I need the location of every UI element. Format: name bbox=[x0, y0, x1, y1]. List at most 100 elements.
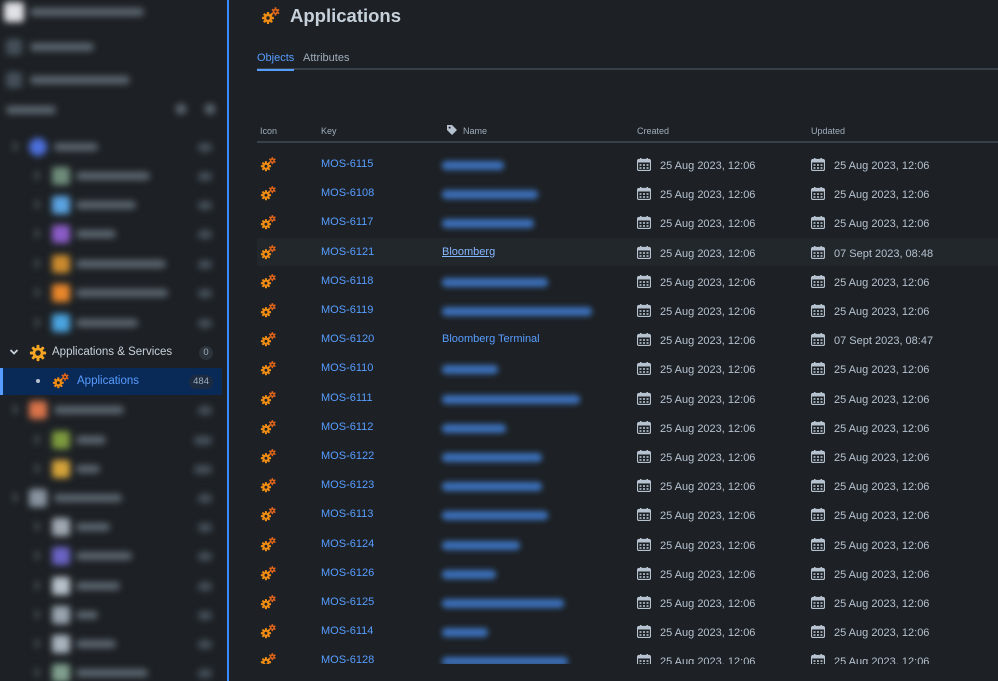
sidebar-item-applications[interactable]: Applications 484 bbox=[0, 368, 222, 395]
link-icon bbox=[6, 72, 22, 88]
table-row[interactable]: MOS-6128 25 Aug 2023, 12:06 25 Aug 2023, 1… bbox=[257, 646, 998, 664]
sidebar-link[interactable] bbox=[0, 68, 222, 92]
column-header-updated[interactable]: Updated bbox=[811, 126, 845, 136]
sidebar-tree-item[interactable] bbox=[0, 428, 222, 452]
object-key-link[interactable]: MOS-6118 bbox=[321, 275, 373, 287]
sidebar-tree-item[interactable] bbox=[0, 486, 222, 510]
object-key-link[interactable]: MOS-6114 bbox=[321, 625, 373, 637]
updated-date: 25 Aug 2023, 12:06 bbox=[834, 306, 930, 318]
column-header-created[interactable]: Created bbox=[637, 126, 669, 136]
tree-label bbox=[76, 669, 148, 677]
object-key-link[interactable]: MOS-6119 bbox=[321, 304, 373, 316]
table-row[interactable]: MOS-6124 25 Aug 2023, 12:06 25 Aug 2023, 1… bbox=[257, 530, 998, 558]
sidebar-tree-item[interactable] bbox=[0, 164, 222, 188]
updated-date: 25 Aug 2023, 12:06 bbox=[834, 598, 930, 610]
table-row[interactable]: MOS-6120 Bloomberg Terminal 25 Aug 2023, 1… bbox=[257, 325, 998, 353]
object-name-link[interactable] bbox=[442, 190, 538, 200]
table-row[interactable]: MOS-6113 25 Aug 2023, 12:06 25 Aug 2023, 1… bbox=[257, 500, 998, 528]
gear-icon bbox=[29, 344, 47, 362]
object-name-link[interactable] bbox=[442, 277, 548, 287]
object-name-link[interactable] bbox=[442, 511, 548, 521]
object-name-link[interactable] bbox=[442, 657, 568, 664]
sidebar-tree-item[interactable] bbox=[0, 544, 222, 568]
sidebar-tree-item[interactable] bbox=[0, 252, 222, 276]
table-row[interactable]: MOS-6114 25 Aug 2023, 12:06 25 Aug 2023, 1… bbox=[257, 617, 998, 645]
object-name-link[interactable]: Bloomberg bbox=[442, 246, 495, 258]
object-name-link[interactable] bbox=[442, 569, 496, 579]
object-key-link[interactable]: MOS-6120 bbox=[321, 333, 374, 345]
sidebar-tree-item[interactable] bbox=[0, 222, 222, 246]
object-name-link[interactable] bbox=[442, 219, 534, 229]
table-row[interactable]: MOS-6117 25 Aug 2023, 12:06 25 Aug 2023, 1… bbox=[257, 208, 998, 236]
object-key-link[interactable]: MOS-6113 bbox=[321, 508, 373, 520]
cogs-icon bbox=[260, 506, 277, 523]
object-key-link[interactable]: MOS-6112 bbox=[321, 421, 373, 433]
table-row[interactable]: MOS-6110 25 Aug 2023, 12:06 25 Aug 2023, 1… bbox=[257, 354, 998, 382]
sidebar-tree-item[interactable] bbox=[0, 135, 222, 159]
object-key-link[interactable]: MOS-6117 bbox=[321, 216, 373, 228]
sidebar-tree-item[interactable] bbox=[0, 661, 222, 681]
table-row[interactable]: MOS-6115 25 Aug 2023, 12:06 25 Aug 2023, 1… bbox=[257, 150, 998, 178]
object-name-link[interactable] bbox=[442, 365, 498, 375]
table-row[interactable]: MOS-6111 25 Aug 2023, 12:06 25 Aug 2023, 1… bbox=[257, 384, 998, 412]
table-row[interactable]: MOS-6112 25 Aug 2023, 12:06 25 Aug 2023, 1… bbox=[257, 413, 998, 441]
object-key-link[interactable]: MOS-6125 bbox=[321, 596, 374, 608]
add-icon[interactable] bbox=[176, 104, 186, 114]
table-row[interactable]: MOS-6123 25 Aug 2023, 12:06 25 Aug 2023, 1… bbox=[257, 471, 998, 499]
object-name-link[interactable] bbox=[442, 628, 488, 638]
table-row[interactable]: MOS-6118 25 Aug 2023, 12:06 25 Aug 2023, 1… bbox=[257, 267, 998, 295]
object-name-link[interactable] bbox=[442, 453, 542, 462]
table-row[interactable]: MOS-6119 25 Aug 2023, 12:06 25 Aug 2023, 1… bbox=[257, 296, 998, 324]
object-key-link[interactable]: MOS-6115 bbox=[321, 158, 373, 170]
tree-icon bbox=[29, 138, 47, 156]
object-key-link[interactable]: MOS-6126 bbox=[321, 567, 374, 579]
tree-count bbox=[198, 494, 212, 503]
table-row[interactable]: MOS-6108 25 Aug 2023, 12:06 25 Aug 2023, 1… bbox=[257, 179, 998, 207]
tab-attributes[interactable]: Attributes bbox=[303, 52, 349, 69]
object-key-link[interactable]: MOS-6122 bbox=[321, 450, 374, 462]
object-key-link[interactable]: MOS-6111 bbox=[321, 392, 373, 404]
object-name-link[interactable] bbox=[442, 599, 564, 608]
calendar-icon bbox=[637, 333, 651, 346]
sidebar-tree-item[interactable] bbox=[0, 457, 222, 481]
sidebar-tree-item[interactable] bbox=[0, 515, 222, 539]
object-name-link[interactable] bbox=[442, 423, 506, 433]
chevron-down-icon[interactable] bbox=[9, 347, 19, 357]
object-name-link[interactable] bbox=[442, 540, 520, 550]
calendar-icon bbox=[637, 158, 651, 171]
object-key-link[interactable]: MOS-6128 bbox=[321, 654, 374, 664]
more-icon[interactable] bbox=[205, 104, 215, 114]
tree-label bbox=[76, 611, 98, 619]
sidebar-tree-item[interactable] bbox=[0, 603, 222, 627]
chevron-icon bbox=[30, 170, 41, 181]
object-name-link[interactable] bbox=[442, 482, 542, 492]
sidebar-project-header[interactable] bbox=[0, 0, 222, 24]
tab-objects[interactable]: Objects bbox=[257, 52, 295, 71]
sidebar-tree-item[interactable] bbox=[0, 311, 222, 335]
object-name-link[interactable] bbox=[442, 307, 592, 316]
object-key-link[interactable]: MOS-6123 bbox=[321, 479, 374, 491]
column-header-icon[interactable]: Icon bbox=[260, 126, 277, 136]
table-row[interactable]: MOS-6121 Bloomberg 25 Aug 2023, 12:06 07 Se… bbox=[257, 237, 998, 266]
sidebar-tree-item[interactable] bbox=[0, 574, 222, 598]
object-key-link[interactable]: MOS-6124 bbox=[321, 538, 374, 550]
sidebar-tree-item[interactable] bbox=[0, 398, 222, 422]
calendar-icon bbox=[637, 187, 651, 200]
sidebar-group-applications-services[interactable]: Applications & Services 0 bbox=[0, 341, 222, 365]
sidebar-link[interactable] bbox=[0, 35, 222, 59]
table-row[interactable]: MOS-6125 25 Aug 2023, 12:06 25 Aug 2023, 1… bbox=[257, 588, 998, 616]
column-header-key[interactable]: Key bbox=[321, 126, 337, 136]
object-key-link[interactable]: MOS-6121 bbox=[321, 246, 374, 258]
object-name-link[interactable] bbox=[442, 394, 580, 404]
object-name-link[interactable] bbox=[442, 161, 504, 170]
updated-date: 25 Aug 2023, 12:06 bbox=[834, 422, 930, 435]
object-key-link[interactable]: MOS-6108 bbox=[321, 187, 374, 199]
table-row[interactable]: MOS-6126 25 Aug 2023, 12:06 25 Aug 2023, 1… bbox=[257, 559, 998, 587]
table-row[interactable]: MOS-6122 25 Aug 2023, 12:06 25 Aug 2023, 1… bbox=[257, 442, 998, 470]
object-name-link[interactable]: Bloomberg Terminal bbox=[442, 333, 540, 345]
sidebar-tree-item[interactable] bbox=[0, 193, 222, 217]
column-header-name[interactable]: Name bbox=[463, 126, 487, 136]
sidebar-tree-item[interactable] bbox=[0, 632, 222, 656]
sidebar-tree-item[interactable] bbox=[0, 281, 222, 305]
object-key-link[interactable]: MOS-6110 bbox=[321, 362, 373, 374]
